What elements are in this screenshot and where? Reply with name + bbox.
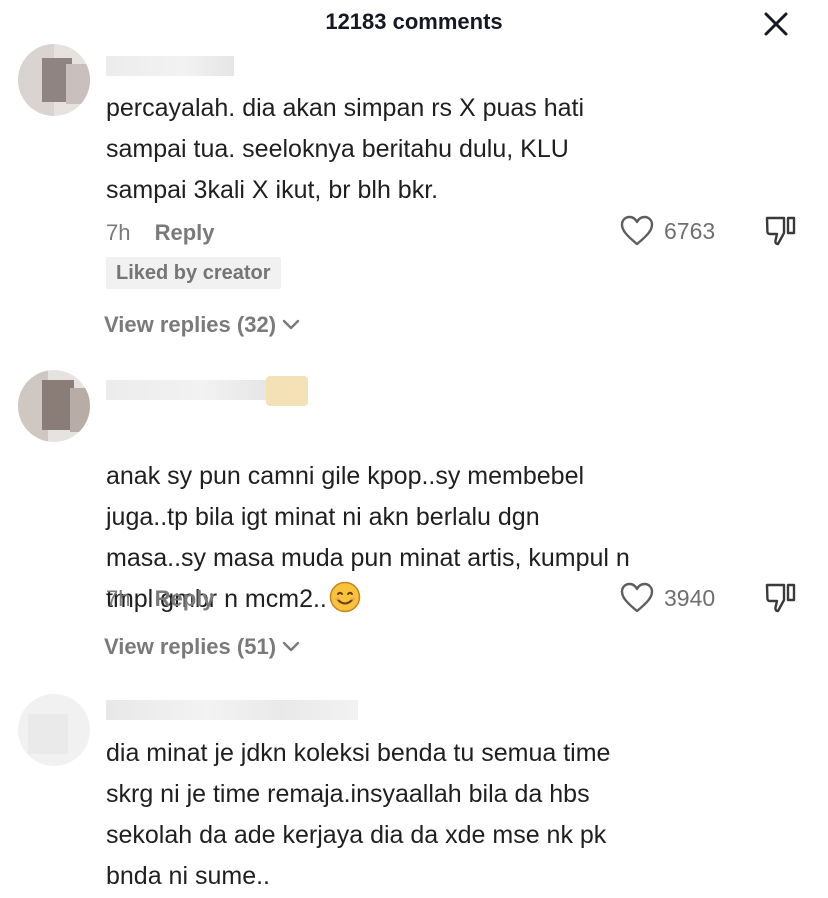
- thumbs-down-icon: [765, 216, 796, 246]
- reply-button[interactable]: Reply: [155, 220, 215, 245]
- view-replies-button[interactable]: View replies (51): [104, 634, 300, 660]
- heart-icon: [620, 215, 654, 246]
- reply-button[interactable]: Reply: [155, 586, 215, 611]
- like-button[interactable]: 6763: [620, 214, 715, 248]
- smiling-face-emoji: [329, 581, 361, 613]
- liked-by-creator-badge: Liked by creator: [106, 257, 281, 289]
- like-count: 6763: [664, 217, 716, 244]
- comment-text: dia minat je jdkn koleksi benda tu semua…: [106, 739, 611, 890]
- chevron-down-icon: [282, 319, 300, 330]
- avatar[interactable]: [18, 44, 90, 116]
- username-blurred[interactable]: [106, 56, 234, 76]
- chevron-down-icon: [282, 641, 300, 652]
- dislike-button[interactable]: [764, 581, 798, 615]
- username-blurred[interactable]: [106, 700, 358, 720]
- like-count: 3940: [664, 584, 716, 611]
- comment-text: percayalah. dia akan simpan rs X puas ha…: [106, 94, 585, 204]
- avatar[interactable]: [18, 370, 90, 442]
- view-replies-label: View replies (51): [104, 634, 277, 659]
- view-replies-button[interactable]: View replies (32): [104, 312, 300, 338]
- close-button[interactable]: [758, 6, 794, 42]
- comment-meta: 7h Reply: [106, 586, 215, 612]
- comments-count-title: 12183 comments: [325, 9, 503, 34]
- like-button[interactable]: 3940: [620, 581, 715, 615]
- comment-time: 7h: [106, 220, 131, 245]
- close-icon: [764, 12, 788, 36]
- username-blurred[interactable]: [106, 380, 266, 400]
- thumbs-down-icon: [765, 583, 796, 613]
- view-replies-label: View replies (32): [104, 312, 277, 337]
- username-emoji-blurred: [266, 376, 308, 406]
- heart-icon: [620, 582, 654, 613]
- dislike-button[interactable]: [764, 214, 798, 248]
- comment-meta: 7h Reply: [106, 220, 215, 246]
- comments-header: 12183 comments: [0, 0, 828, 44]
- comment-time: 7h: [106, 586, 131, 611]
- avatar[interactable]: [18, 694, 90, 766]
